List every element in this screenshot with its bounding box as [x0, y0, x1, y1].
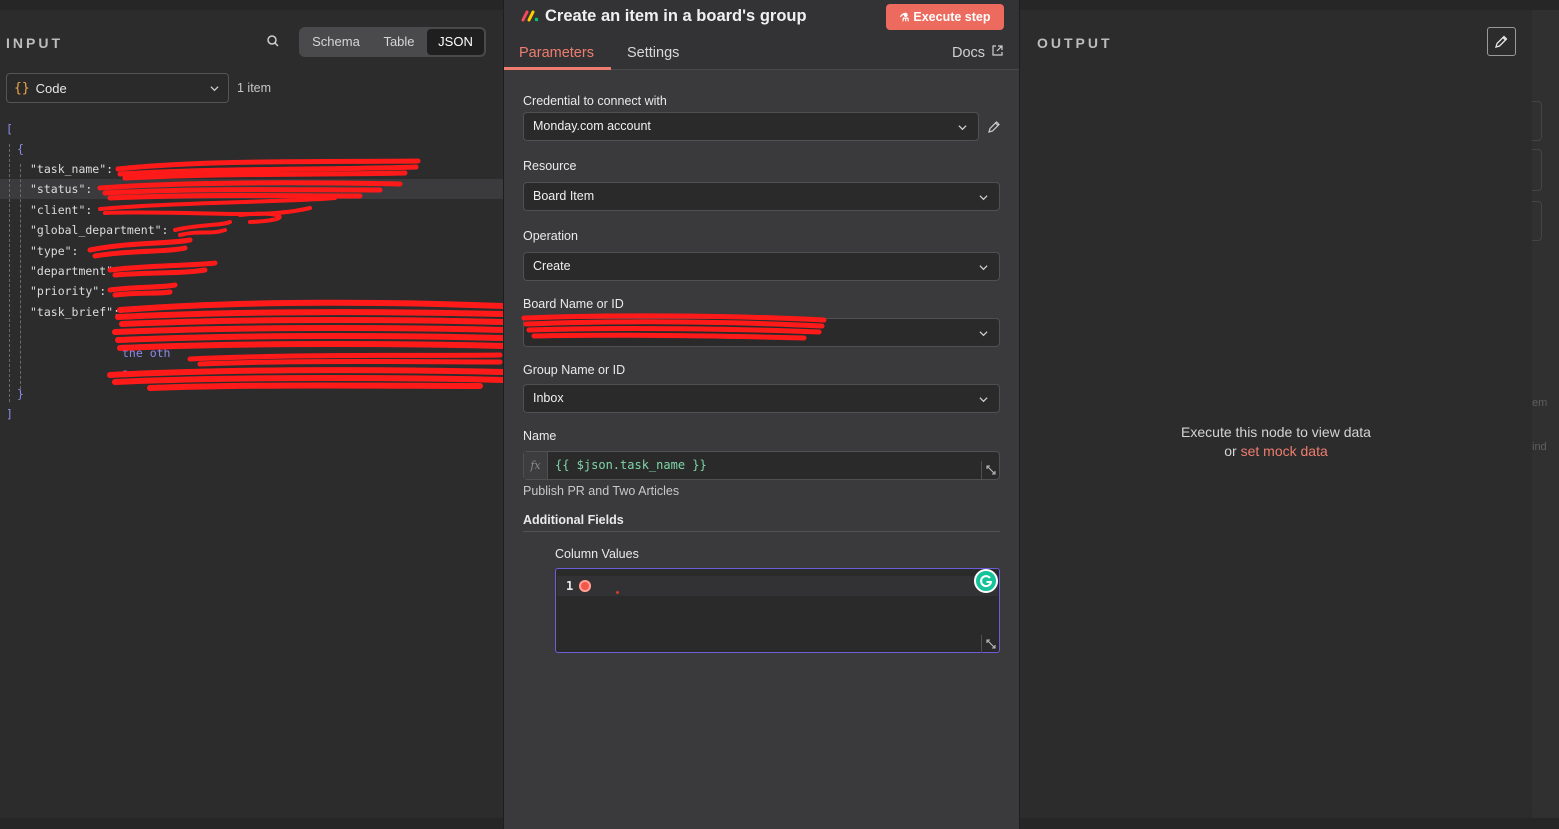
board-label: Board Name or ID: [523, 297, 624, 311]
credential-select[interactable]: Monday.com account: [523, 112, 979, 141]
chevron-down-icon: [979, 331, 988, 337]
json-value-fragment: the oth: [122, 346, 171, 360]
search-icon[interactable]: [266, 34, 284, 52]
json-key-client[interactable]: "client":: [30, 203, 92, 217]
tab-json[interactable]: JSON: [427, 29, 484, 55]
json-key-priority[interactable]: "priority":: [30, 284, 106, 298]
items-count: 1 item: [237, 81, 272, 95]
background-hint-text: em: [1532, 397, 1548, 409]
output-mock-line: or set mock data: [1020, 443, 1532, 459]
credential-label: Credential to connect with: [523, 94, 667, 108]
modal-title: Create an item in a board's group: [545, 7, 807, 25]
edit-output-button[interactable]: [1487, 27, 1516, 56]
json-key-department[interactable]: "department":: [30, 264, 120, 278]
operation-select[interactable]: Create: [523, 252, 1000, 281]
chevron-down-icon: [979, 265, 988, 271]
json-key-global-department[interactable]: "global_department":: [30, 223, 168, 237]
line-number: 1: [566, 579, 574, 593]
code-braces-icon: {}: [14, 80, 30, 96]
active-tab-indicator: [504, 67, 611, 70]
chevron-down-icon: [979, 195, 988, 201]
output-panel-title: OUTPUT: [1037, 35, 1113, 51]
json-close-brace: }: [17, 387, 24, 401]
external-link-icon: [992, 45, 1003, 56]
name-expression-text: {{ $json.task_name }}: [555, 458, 707, 472]
column-values-label: Column Values: [555, 547, 639, 561]
output-empty-message: Execute this node to view data: [1181, 424, 1371, 440]
background-node-ghost: [1532, 149, 1542, 191]
name-expression-preview: Publish PR and Two Articles: [523, 484, 680, 498]
flask-icon: ⚗: [899, 12, 910, 24]
or-text: or: [1224, 443, 1237, 459]
node-parameters-modal: Create an item in a board's group ⚗ Execu…: [503, 0, 1020, 829]
json-key-type[interactable]: "type":: [30, 244, 78, 258]
modal-header: Create an item in a board's group ⚗ Execu…: [504, 0, 1019, 70]
additional-fields-title: Additional Fields: [523, 513, 624, 527]
chevron-down-icon: [210, 86, 219, 92]
operation-value: Create: [533, 259, 571, 273]
input-node-select[interactable]: {} Code: [6, 73, 229, 103]
tab-settings[interactable]: Settings: [627, 45, 679, 61]
indent-guide: [9, 144, 10, 402]
json-value-fragment: a: [122, 366, 129, 380]
view-mode-toggle: Schema Table JSON: [299, 27, 486, 57]
name-label: Name: [523, 429, 557, 443]
json-open-brace: {: [17, 142, 24, 156]
name-expression-input[interactable]: fx {{ $json.task_name }}: [523, 451, 1000, 480]
docs-link[interactable]: Docs: [952, 45, 1003, 61]
json-key-task-brief[interactable]: "task_brief":: [30, 305, 120, 319]
edit-credential-pencil-icon[interactable]: [987, 120, 1001, 134]
background-hint-text: ind: [1532, 441, 1547, 453]
resource-label: Resource: [523, 159, 577, 173]
grammarly-icon[interactable]: [974, 569, 998, 593]
set-mock-data-link[interactable]: set mock data: [1241, 443, 1328, 459]
tab-table[interactable]: Table: [371, 29, 427, 55]
bottom-bar: [1020, 818, 1559, 829]
active-code-line: [557, 576, 998, 596]
expand-editor-icon[interactable]: [981, 461, 999, 479]
group-select[interactable]: Inbox: [523, 384, 1000, 413]
operation-label: Operation: [523, 229, 578, 243]
background-node-ghost: [1532, 101, 1542, 141]
json-key-status[interactable]: "status":: [30, 182, 92, 196]
background-node-ghost: [1532, 201, 1542, 241]
input-panel-title: INPUT: [6, 35, 63, 51]
redaction-scribble: [87, 158, 503, 391]
input-node-select-value: Code: [35, 80, 67, 96]
json-open-bracket: [: [6, 122, 13, 136]
credential-value: Monday.com account: [533, 119, 651, 133]
chevron-down-icon: [979, 397, 988, 403]
json-close-bracket: ]: [6, 407, 13, 421]
group-label: Group Name or ID: [523, 363, 626, 377]
indent-guide: [20, 164, 21, 394]
pencil-icon: [1495, 35, 1508, 48]
group-value: Inbox: [533, 391, 564, 405]
redaction-scribble: [521, 313, 827, 341]
chevron-down-icon: [958, 125, 967, 131]
fx-icon: fx: [524, 452, 548, 479]
monday-logo-icon: [521, 10, 539, 22]
tab-parameters[interactable]: Parameters: [519, 45, 594, 61]
json-key-task-name[interactable]: "task_name":: [30, 162, 113, 176]
input-panel: INPUT Schema Table JSON {} Code 1 item […: [0, 10, 503, 829]
expand-editor-icon[interactable]: [981, 635, 999, 653]
resource-value: Board Item: [533, 189, 595, 203]
resource-select[interactable]: Board Item: [523, 182, 1000, 211]
cursor-marker: [616, 591, 619, 594]
divider: [523, 531, 1000, 532]
docs-label: Docs: [952, 45, 986, 61]
tab-schema[interactable]: Schema: [301, 29, 371, 55]
output-panel: OUTPUT Execute this node to view data or…: [1020, 10, 1532, 818]
bottom-bar: [0, 818, 503, 829]
execute-step-button[interactable]: ⚗ Execute step: [886, 4, 1004, 30]
execute-step-label: Execute step: [913, 10, 991, 24]
column-values-editor[interactable]: 1: [555, 568, 1000, 653]
error-marker-icon: [579, 580, 591, 592]
